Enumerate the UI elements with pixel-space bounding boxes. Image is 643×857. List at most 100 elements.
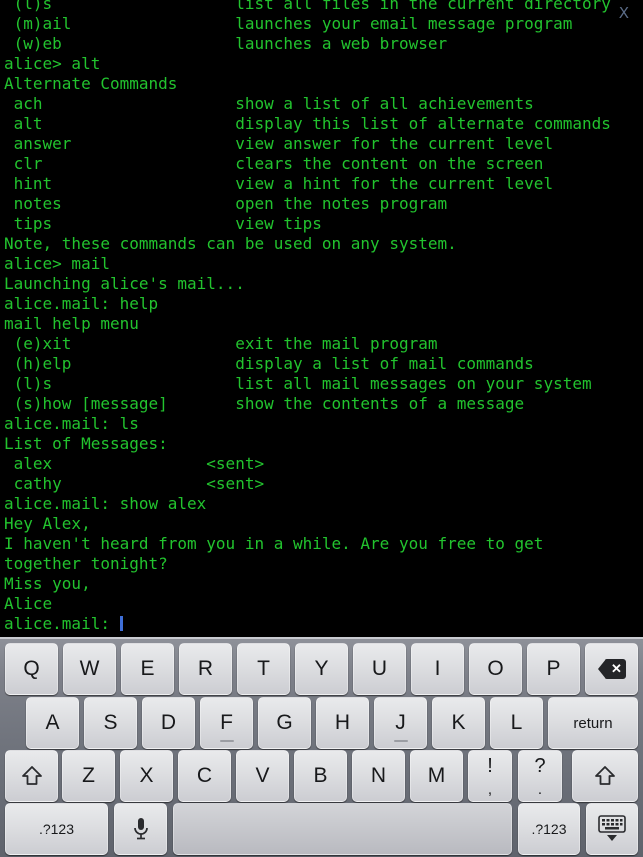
numeric-left-key[interactable]: .?123 — [5, 803, 108, 855]
home-row-indicator — [393, 740, 408, 742]
key-d[interactable]: D — [142, 697, 195, 749]
key-w[interactable]: W — [63, 643, 116, 695]
shift-left-key[interactable] — [5, 750, 58, 802]
numeric-right-key[interactable]: .?123 — [518, 803, 580, 855]
key-z[interactable]: Z — [62, 750, 115, 802]
on-screen-keyboard[interactable]: Q W E R T Y U I O P ✕ A S D F G H J K Lreturn Z X C V B N M!,?. … — [0, 637, 643, 857]
shift-icon — [593, 764, 617, 788]
home-row-indicator — [219, 740, 234, 742]
key-question-period[interactable]: ?. — [518, 750, 562, 802]
prompt-text: alice.mail: — [4, 614, 120, 633]
keyboard-row-1: Q W E R T Y U I O P ✕ — [0, 643, 643, 695]
terminal-line: Miss you, — [4, 574, 91, 593]
key-p-label: P — [546, 657, 561, 680]
terminal-line: List of Messages: — [4, 434, 168, 453]
key-y[interactable]: Y — [295, 643, 348, 695]
terminal-line: alice> alt — [4, 54, 101, 73]
key-exclamation-comma-labels: !, — [487, 754, 493, 798]
key-a[interactable]: A — [26, 697, 79, 749]
key-exclamation-comma[interactable]: !, — [468, 750, 512, 802]
key-l-label: L — [510, 711, 523, 734]
key-k[interactable]: K — [432, 697, 485, 749]
terminal-line: I haven't heard from you in a while. Are… — [4, 534, 544, 553]
terminal-line: hint view a hint for the current level — [4, 174, 554, 193]
backspace-key[interactable]: ✕ — [585, 643, 638, 695]
key-h-label: H — [334, 711, 351, 734]
key-h[interactable]: H — [316, 697, 369, 749]
terminal-line: notes open the notes program — [4, 194, 448, 213]
key-v[interactable]: V — [236, 750, 289, 802]
key-t-label: T — [257, 657, 270, 680]
key-r[interactable]: R — [179, 643, 232, 695]
key-i[interactable]: I — [411, 643, 464, 695]
shift-icon — [20, 764, 44, 788]
key-g[interactable]: G — [258, 697, 311, 749]
key-e[interactable]: E — [121, 643, 174, 695]
terminal-line: alice> mail — [4, 254, 110, 273]
terminal-line: ach show a list of all achievements — [4, 94, 534, 113]
key-a-label: A — [45, 711, 60, 734]
terminal-line: (w)eb launches a web browser — [4, 34, 448, 53]
key-m[interactable]: M — [410, 750, 463, 802]
key-p[interactable]: P — [527, 643, 580, 695]
key-d-label: D — [160, 711, 177, 734]
close-icon[interactable]: X — [619, 6, 629, 21]
terminal-line: (s)how [message] show the contents of a … — [4, 394, 525, 413]
terminal-line: alice.mail: show alex — [4, 494, 207, 513]
key-o-label: O — [487, 657, 504, 680]
key-x-label: X — [139, 764, 154, 787]
terminal-line: alice.mail: ls — [4, 414, 139, 433]
key-x[interactable]: X — [120, 750, 173, 802]
terminal-line: Alice — [4, 594, 53, 613]
key-question-period-labels: ?. — [534, 754, 546, 798]
key-u[interactable]: U — [353, 643, 406, 695]
key-o[interactable]: O — [469, 643, 522, 695]
terminal-line: (h)elp display a list of mail commands — [4, 354, 534, 373]
key-u-label: U — [371, 657, 388, 680]
key-c-label: C — [196, 764, 213, 787]
terminal-line: (l)s list all mail messages on your syst… — [4, 374, 592, 393]
key-f[interactable]: F — [200, 697, 253, 749]
dictation-key[interactable] — [114, 803, 167, 855]
terminal-line: (l)s list all files in the current direc… — [4, 0, 611, 13]
shift-right-key[interactable] — [572, 750, 638, 802]
key-l[interactable]: L — [490, 697, 543, 749]
microphone-icon — [131, 816, 151, 842]
key-b[interactable]: B — [294, 750, 347, 802]
key-j[interactable]: J — [374, 697, 427, 749]
keyboard-row-2: A S D F G H J K Lreturn — [0, 697, 643, 749]
return-key[interactable]: return — [548, 697, 638, 749]
key-z-label: Z — [82, 764, 95, 787]
terminal-line: together tonight? — [4, 554, 168, 573]
terminal-line: Alternate Commands — [4, 74, 178, 93]
terminal-line: cathy <sent> — [4, 474, 265, 493]
terminal-line: answer view answer for the current level — [4, 134, 554, 153]
terminal-line: Hey Alex, — [4, 514, 91, 533]
terminal-line: (m)ail launches your email message progr… — [4, 14, 573, 33]
key-f-label: F — [220, 711, 233, 734]
terminal-line: tips view tips — [4, 214, 322, 233]
terminal-lines: (l)s list all files in the current direc… — [0, 0, 643, 614]
terminal-line: mail help menu — [4, 314, 139, 333]
key-q[interactable]: Q — [5, 643, 58, 695]
key-r-label: R — [197, 657, 214, 680]
dismiss-keyboard-icon — [597, 815, 627, 843]
key-n[interactable]: N — [352, 750, 405, 802]
terminal-line: alt display this list of alternate comma… — [4, 114, 611, 133]
terminal-prompt-line[interactable]: alice.mail: — [0, 614, 643, 634]
return-key-label: return — [573, 714, 613, 732]
space-key[interactable] — [173, 803, 512, 855]
key-j-label: J — [395, 711, 406, 734]
key-c[interactable]: C — [178, 750, 231, 802]
numeric-left-key-label: .?123 — [38, 821, 75, 837]
terminal-line: Note, these commands can be used on any … — [4, 234, 457, 253]
terminal-line: clr clears the content on the screen — [4, 154, 544, 173]
text-cursor — [119, 616, 123, 631]
key-s[interactable]: S — [84, 697, 137, 749]
terminal-output[interactable]: (l)s list all files in the current direc… — [0, 0, 643, 637]
terminal-line: alex <sent> — [4, 454, 265, 473]
dismiss-keyboard-key[interactable] — [586, 803, 638, 855]
key-t[interactable]: T — [237, 643, 290, 695]
terminal-line: (e)xit exit the mail program — [4, 334, 438, 353]
terminal-line: Launching alice's mail... — [4, 274, 245, 293]
